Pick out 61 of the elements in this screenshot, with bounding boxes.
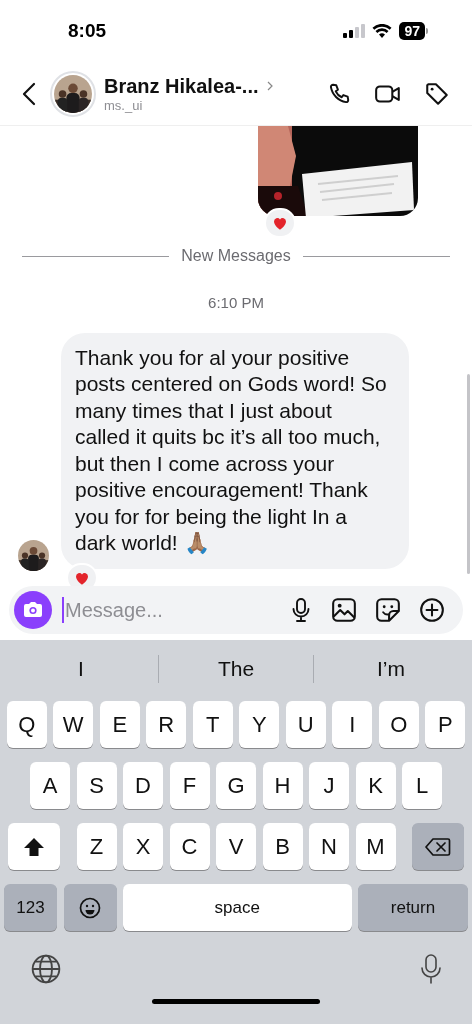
- key[interactable]: F: [169, 762, 210, 809]
- backspace-key[interactable]: [412, 823, 464, 870]
- return-key[interactable]: return: [358, 884, 468, 931]
- battery-level: 97: [399, 22, 425, 40]
- key[interactable]: B: [262, 823, 303, 870]
- key[interactable]: I: [332, 701, 373, 748]
- key[interactable]: E: [99, 701, 140, 748]
- chevron-icon: [266, 80, 273, 91]
- key[interactable]: X: [123, 823, 163, 870]
- emoji-key[interactable]: [63, 884, 117, 931]
- back-button[interactable]: [22, 81, 36, 106]
- suggestion[interactable]: I: [4, 653, 158, 685]
- camera-button[interactable]: [14, 591, 52, 629]
- key[interactable]: H: [262, 762, 303, 809]
- key[interactable]: J: [309, 762, 349, 809]
- timestamp: 6:10 PM: [208, 293, 264, 313]
- globe-icon[interactable]: [30, 953, 62, 985]
- message-input[interactable]: Message...: [65, 595, 289, 625]
- suggestion[interactable]: The: [159, 653, 313, 685]
- contact-name[interactable]: Branz Hikalea-...: [104, 73, 259, 98]
- key[interactable]: V: [216, 823, 256, 870]
- sticker-icon[interactable]: [375, 597, 401, 623]
- key[interactable]: M: [355, 823, 396, 870]
- key[interactable]: C: [169, 823, 210, 870]
- key[interactable]: N: [309, 823, 349, 870]
- shift-arrow-icon: [22, 835, 46, 858]
- avatar: [54, 74, 92, 113]
- key[interactable]: O: [378, 701, 419, 748]
- sender-avatar: [18, 539, 49, 571]
- microphone-icon[interactable]: [420, 953, 442, 985]
- key[interactable]: W: [53, 701, 94, 748]
- key[interactable]: L: [402, 762, 442, 809]
- backspace-icon: [425, 836, 451, 857]
- key[interactable]: P: [425, 701, 466, 748]
- message-composer[interactable]: Message...: [9, 586, 463, 634]
- key[interactable]: R: [146, 701, 187, 748]
- emoji-icon: [78, 895, 102, 920]
- key[interactable]: Y: [239, 701, 280, 748]
- wifi-icon: [372, 23, 393, 39]
- divider-label: New Messages: [181, 246, 291, 266]
- key[interactable]: A: [30, 762, 70, 809]
- key[interactable]: Z: [76, 823, 117, 870]
- numbers-key[interactable]: 123: [4, 884, 57, 931]
- camera-icon: [22, 601, 44, 619]
- key[interactable]: D: [123, 762, 163, 809]
- suggestion[interactable]: I’m: [314, 653, 468, 685]
- key[interactable]: G: [216, 762, 256, 809]
- signal-icon: [343, 24, 366, 38]
- key[interactable]: S: [76, 762, 117, 809]
- space-key[interactable]: space: [123, 884, 352, 931]
- message-bubble: Thank you for al your positive posts centered on Gods word! So many times that I just about called it quits bc it’s all too much, but then I come across your positive encouragement! Thank you for for being the light In a dark world! 🙏🏽: [61, 332, 409, 569]
- image-icon[interactable]: [331, 597, 357, 623]
- key[interactable]: Q: [6, 701, 47, 748]
- key[interactable]: K: [355, 762, 396, 809]
- shift-key[interactable]: [8, 823, 60, 870]
- contact-username: ms._ui: [104, 97, 144, 114]
- key[interactable]: T: [192, 701, 233, 748]
- key[interactable]: U: [285, 701, 326, 748]
- tag-icon[interactable]: [424, 80, 450, 107]
- add-icon[interactable]: [419, 597, 445, 623]
- status-time: 8:05: [68, 18, 107, 43]
